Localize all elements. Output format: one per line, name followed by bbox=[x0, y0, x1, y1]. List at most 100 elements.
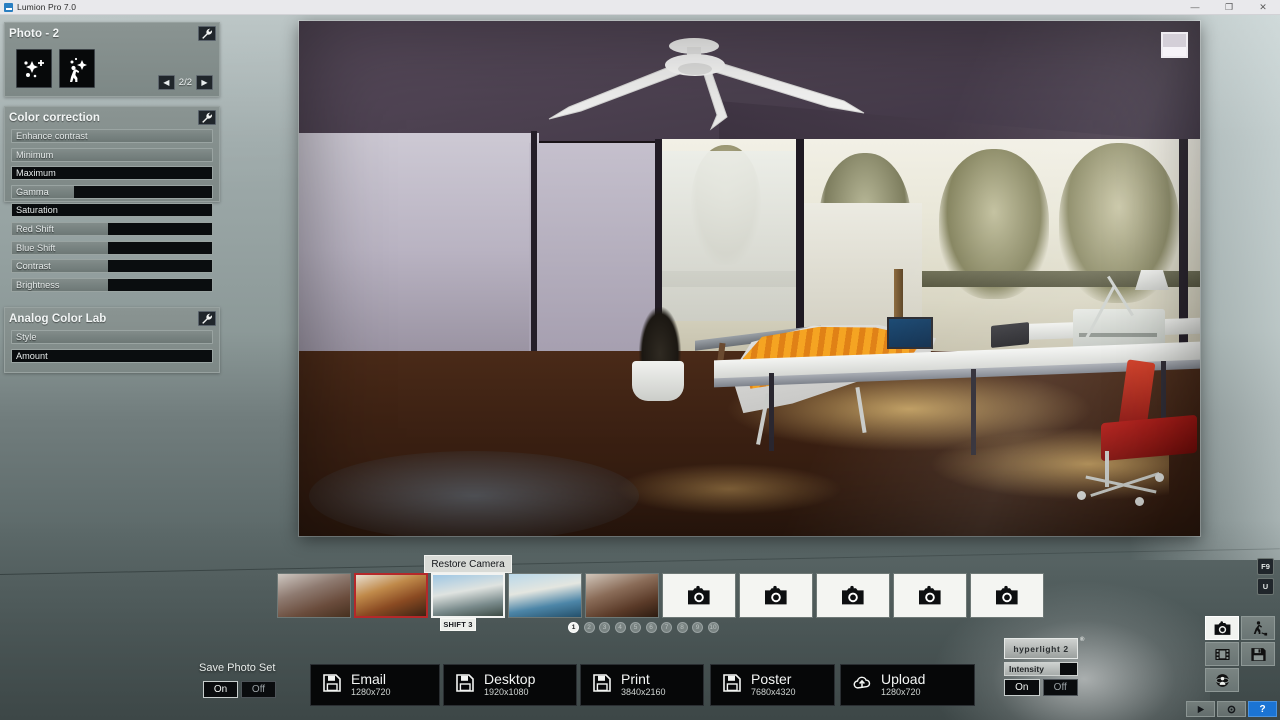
hyperlight-off-button[interactable]: Off bbox=[1042, 679, 1078, 696]
play-icon[interactable] bbox=[1186, 701, 1215, 717]
color-correction-panel: Color correction Enhance contrast Minimum… bbox=[4, 106, 220, 292]
page-dot[interactable]: 2 bbox=[583, 622, 595, 633]
page-dots: 1 2 3 4 5 6 7 8 9 10 bbox=[568, 622, 719, 633]
slider-fill bbox=[12, 331, 212, 343]
person-sparkles-icon[interactable] bbox=[59, 49, 95, 88]
page-dot[interactable]: 6 bbox=[645, 622, 657, 633]
sparkles-icon[interactable] bbox=[16, 49, 52, 88]
minimize-button[interactable]: — bbox=[1178, 0, 1212, 15]
export-button-label: Poster bbox=[751, 671, 792, 687]
slider-style[interactable]: Style bbox=[11, 330, 213, 344]
slider-amount[interactable]: Amount bbox=[11, 348, 213, 363]
export-button-poster[interactable]: Poster 7680x4320 bbox=[710, 664, 835, 706]
save-photo-set-off-button[interactable]: Off bbox=[241, 681, 276, 698]
thumbnail-image bbox=[586, 574, 658, 617]
save-photo-set-label: Save Photo Set bbox=[199, 662, 276, 674]
slider-minimum[interactable]: Minimum bbox=[11, 147, 213, 162]
maximize-button[interactable]: ❐ bbox=[1212, 0, 1246, 15]
photo-thumbnail[interactable] bbox=[970, 573, 1044, 618]
scene-phone bbox=[991, 322, 1029, 348]
fkey-f9-button[interactable]: F9 bbox=[1257, 558, 1274, 575]
page-dot[interactable]: 7 bbox=[661, 622, 672, 633]
movie-mode-icon[interactable] bbox=[1205, 642, 1239, 666]
page-dot[interactable]: 10 bbox=[707, 622, 719, 633]
photo-thumbnail[interactable] bbox=[893, 573, 967, 618]
gear-icon[interactable] bbox=[1217, 701, 1246, 717]
export-button-text: Poster 7680x4320 bbox=[751, 672, 796, 698]
photo-prev-button[interactable]: ◀ bbox=[157, 75, 175, 90]
hyperlight-logo: hyperlight 2 ® bbox=[1004, 637, 1084, 659]
slider-label: Saturation bbox=[16, 205, 58, 216]
export-button-print[interactable]: Print 3840x2160 bbox=[580, 664, 704, 706]
slider-contrast[interactable]: Contrast bbox=[11, 259, 213, 274]
export-button-resolution: 1920x1080 bbox=[484, 687, 529, 697]
help-icon[interactable]: ? bbox=[1248, 701, 1277, 717]
export-button-label: Print bbox=[621, 671, 650, 687]
window-title-bar: Lumion Pro 7.0 — ❐ ✕ bbox=[0, 0, 1280, 15]
photo-mode-icon[interactable] bbox=[1205, 616, 1239, 640]
photo-thumbnail[interactable] bbox=[431, 573, 505, 618]
close-button[interactable]: ✕ bbox=[1246, 0, 1280, 15]
page-dot[interactable]: 8 bbox=[676, 622, 688, 633]
photo-thumbnail[interactable] bbox=[816, 573, 890, 618]
thumbnail-image bbox=[433, 575, 503, 616]
scene-chair-caster bbox=[1077, 491, 1086, 500]
slider-maximum[interactable]: Maximum bbox=[11, 166, 213, 181]
photo-panel-title: Photo - 2 bbox=[9, 27, 60, 40]
page-dot[interactable]: 9 bbox=[692, 622, 703, 633]
render-viewport[interactable] bbox=[299, 21, 1200, 536]
photo-thumbnail[interactable] bbox=[277, 573, 351, 618]
photo-frame-icon[interactable] bbox=[1161, 32, 1188, 58]
slider-red-shift[interactable]: Red Shift bbox=[11, 221, 213, 236]
walk-mode-icon[interactable] bbox=[1241, 616, 1275, 640]
slider-brightness[interactable]: Brightness bbox=[11, 277, 213, 292]
hyperlight-toggle: On Off bbox=[1004, 679, 1078, 696]
hyperlight-registered-mark: ® bbox=[1079, 637, 1085, 643]
panorama-360-icon[interactable] bbox=[1205, 668, 1239, 692]
photo-thumbnail[interactable] bbox=[585, 573, 659, 618]
slider-gamma[interactable]: Gamma bbox=[11, 184, 213, 199]
export-button-label: Email bbox=[351, 671, 387, 687]
page-dot[interactable]: 1 bbox=[568, 622, 579, 633]
export-button-label: Upload bbox=[881, 671, 926, 687]
export-button-text: Desktop 1920x1080 bbox=[484, 672, 535, 698]
page-dot[interactable]: 3 bbox=[599, 622, 610, 633]
slider-label: Maximum bbox=[16, 168, 56, 179]
slider-label: Style bbox=[16, 332, 37, 342]
slider-label: Contrast bbox=[16, 261, 51, 272]
analog-color-lab-header: Analog Color Lab bbox=[5, 308, 219, 329]
save-photo-set-toggle: On Off bbox=[203, 681, 276, 698]
slider-label: Gamma bbox=[16, 186, 49, 197]
photo-thumbnail[interactable] bbox=[662, 573, 736, 618]
photo-thumbnail[interactable] bbox=[739, 573, 813, 618]
photo-thumbnail[interactable] bbox=[508, 573, 582, 618]
hyperlight-on-button[interactable]: On bbox=[1004, 679, 1040, 696]
save-disk-icon bbox=[456, 673, 474, 697]
wrench-icon[interactable] bbox=[198, 311, 216, 326]
photo-thumbnail[interactable] bbox=[354, 573, 428, 618]
save-photo-set-on-button[interactable]: On bbox=[203, 681, 238, 698]
camera-icon bbox=[765, 585, 787, 604]
restore-camera-tooltip: Restore Camera bbox=[424, 555, 512, 573]
hyperlight-intensity-label: Intensity bbox=[1009, 664, 1044, 674]
export-button-desktop[interactable]: Desktop 1920x1080 bbox=[443, 664, 577, 706]
wrench-icon[interactable] bbox=[198, 110, 216, 125]
page-dot[interactable]: 4 bbox=[614, 622, 626, 633]
save-disk-icon[interactable] bbox=[1241, 642, 1275, 666]
analog-color-lab-title: Analog Color Lab bbox=[9, 312, 107, 325]
export-button-upload[interactable]: Upload 1280x720 bbox=[840, 664, 975, 706]
export-button-text: Upload 1280x720 bbox=[881, 672, 925, 698]
export-button-email[interactable]: Email 1280x720 bbox=[310, 664, 440, 706]
slider-enhance-contrast[interactable]: Enhance contrast bbox=[11, 129, 213, 143]
hyperlight-intensity-slider[interactable]: Intensity bbox=[1004, 662, 1078, 676]
photo-next-button[interactable]: ▶ bbox=[196, 75, 213, 90]
page-dot[interactable]: 5 bbox=[630, 622, 641, 633]
slider-blue-shift[interactable]: Blue Shift bbox=[11, 240, 213, 255]
slider-label: Red Shift bbox=[16, 223, 54, 234]
fkey-u-button[interactable]: U bbox=[1257, 578, 1274, 595]
slider-saturation[interactable]: Saturation bbox=[11, 203, 213, 218]
photo-page-label: 2/2 bbox=[178, 77, 192, 88]
hyperlight-panel: hyperlight 2 ® Intensity On Off bbox=[1004, 637, 1084, 696]
slider-label: Enhance contrast bbox=[16, 131, 88, 141]
wrench-icon[interactable] bbox=[198, 26, 216, 41]
